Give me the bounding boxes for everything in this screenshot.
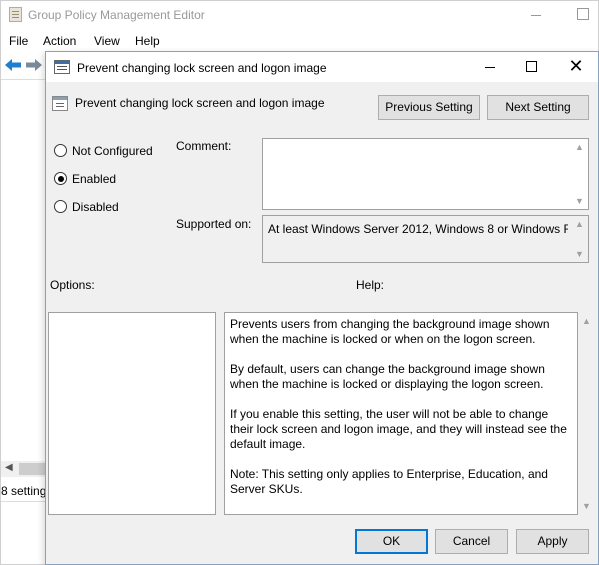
supported-on-field: At least Windows Server 2012, Windows 8 …: [262, 215, 589, 263]
supported-on-label: Supported on:: [176, 217, 252, 231]
status-divider: [1, 501, 47, 502]
main-window-title: Group Policy Management Editor: [28, 8, 205, 22]
menu-action[interactable]: Action: [43, 34, 76, 48]
radio-circle[interactable]: [54, 144, 67, 157]
radio-label: Enabled: [72, 172, 117, 186]
maximize-icon[interactable]: [526, 61, 537, 72]
dialog-title: Prevent changing lock screen and logon i…: [77, 61, 327, 75]
minimize-icon[interactable]: [529, 8, 543, 22]
policy-dialog-icon: [54, 60, 70, 74]
back-arrow-icon[interactable]: [5, 59, 21, 71]
comment-scrollbar[interactable]: ▲ ▼: [571, 139, 588, 209]
help-label: Help:: [356, 278, 385, 292]
radio-circle[interactable]: [54, 172, 67, 185]
main-titlebar: Group Policy Management Editor: [1, 1, 598, 29]
comment-label: Comment:: [176, 139, 232, 153]
menu-view[interactable]: View: [94, 34, 120, 48]
scroll-up-icon[interactable]: ▲: [582, 316, 591, 326]
help-paragraph: Note: This setting only applies to Enter…: [230, 467, 548, 496]
help-text: Prevents users from changing the backgro…: [230, 317, 570, 512]
supported-scrollbar[interactable]: ▲ ▼: [571, 216, 588, 262]
help-paragraph: By default, users can change the backgro…: [230, 362, 545, 391]
help-paragraph: Prevents users from changing the backgro…: [230, 317, 550, 346]
menu-file[interactable]: File: [9, 34, 28, 48]
app-icon: [9, 7, 22, 22]
policy-dialog: Prevent changing lock screen and logon i…: [45, 51, 599, 565]
horizontal-scrollbar[interactable]: ◀: [1, 461, 47, 477]
apply-button[interactable]: Apply: [516, 529, 589, 554]
status-text: 8 setting: [1, 484, 47, 498]
minimize-icon[interactable]: [482, 60, 498, 74]
radio-label: Disabled: [72, 200, 119, 214]
forward-arrow-icon[interactable]: [26, 59, 42, 71]
scroll-left-icon[interactable]: ◀: [5, 462, 13, 473]
scroll-up-icon[interactable]: ▲: [575, 219, 584, 229]
supported-on-value: At least Windows Server 2012, Windows 8 …: [268, 222, 568, 236]
help-scrollbar[interactable]: ▲ ▼: [578, 312, 595, 515]
radio-label: Not Configured: [72, 144, 153, 158]
setting-title: Prevent changing lock screen and logon i…: [75, 96, 325, 110]
options-label: Options:: [50, 278, 95, 292]
maximize-icon[interactable]: [577, 8, 589, 20]
ok-button[interactable]: OK: [355, 529, 428, 554]
dialog-titlebar: Prevent changing lock screen and logon i…: [46, 52, 598, 82]
menu-help[interactable]: Help: [135, 34, 160, 48]
comment-field[interactable]: ▲ ▼: [262, 138, 589, 210]
scroll-thumb[interactable]: [19, 463, 45, 475]
help-panel: Prevents users from changing the backgro…: [224, 312, 578, 515]
scroll-up-icon[interactable]: ▲: [575, 142, 584, 152]
cancel-button[interactable]: Cancel: [435, 529, 508, 554]
options-panel: [48, 312, 216, 515]
help-paragraph: If you enable this setting, the user wil…: [230, 407, 567, 451]
next-setting-button[interactable]: Next Setting: [487, 95, 589, 120]
scroll-down-icon[interactable]: ▼: [575, 249, 584, 259]
scroll-down-icon[interactable]: ▼: [582, 501, 591, 511]
scroll-down-icon[interactable]: ▼: [575, 196, 584, 206]
policy-setting-icon: [52, 96, 68, 111]
close-icon[interactable]: ✕: [568, 56, 584, 76]
previous-setting-button[interactable]: Previous Setting: [378, 95, 480, 120]
radio-circle[interactable]: [54, 200, 67, 213]
